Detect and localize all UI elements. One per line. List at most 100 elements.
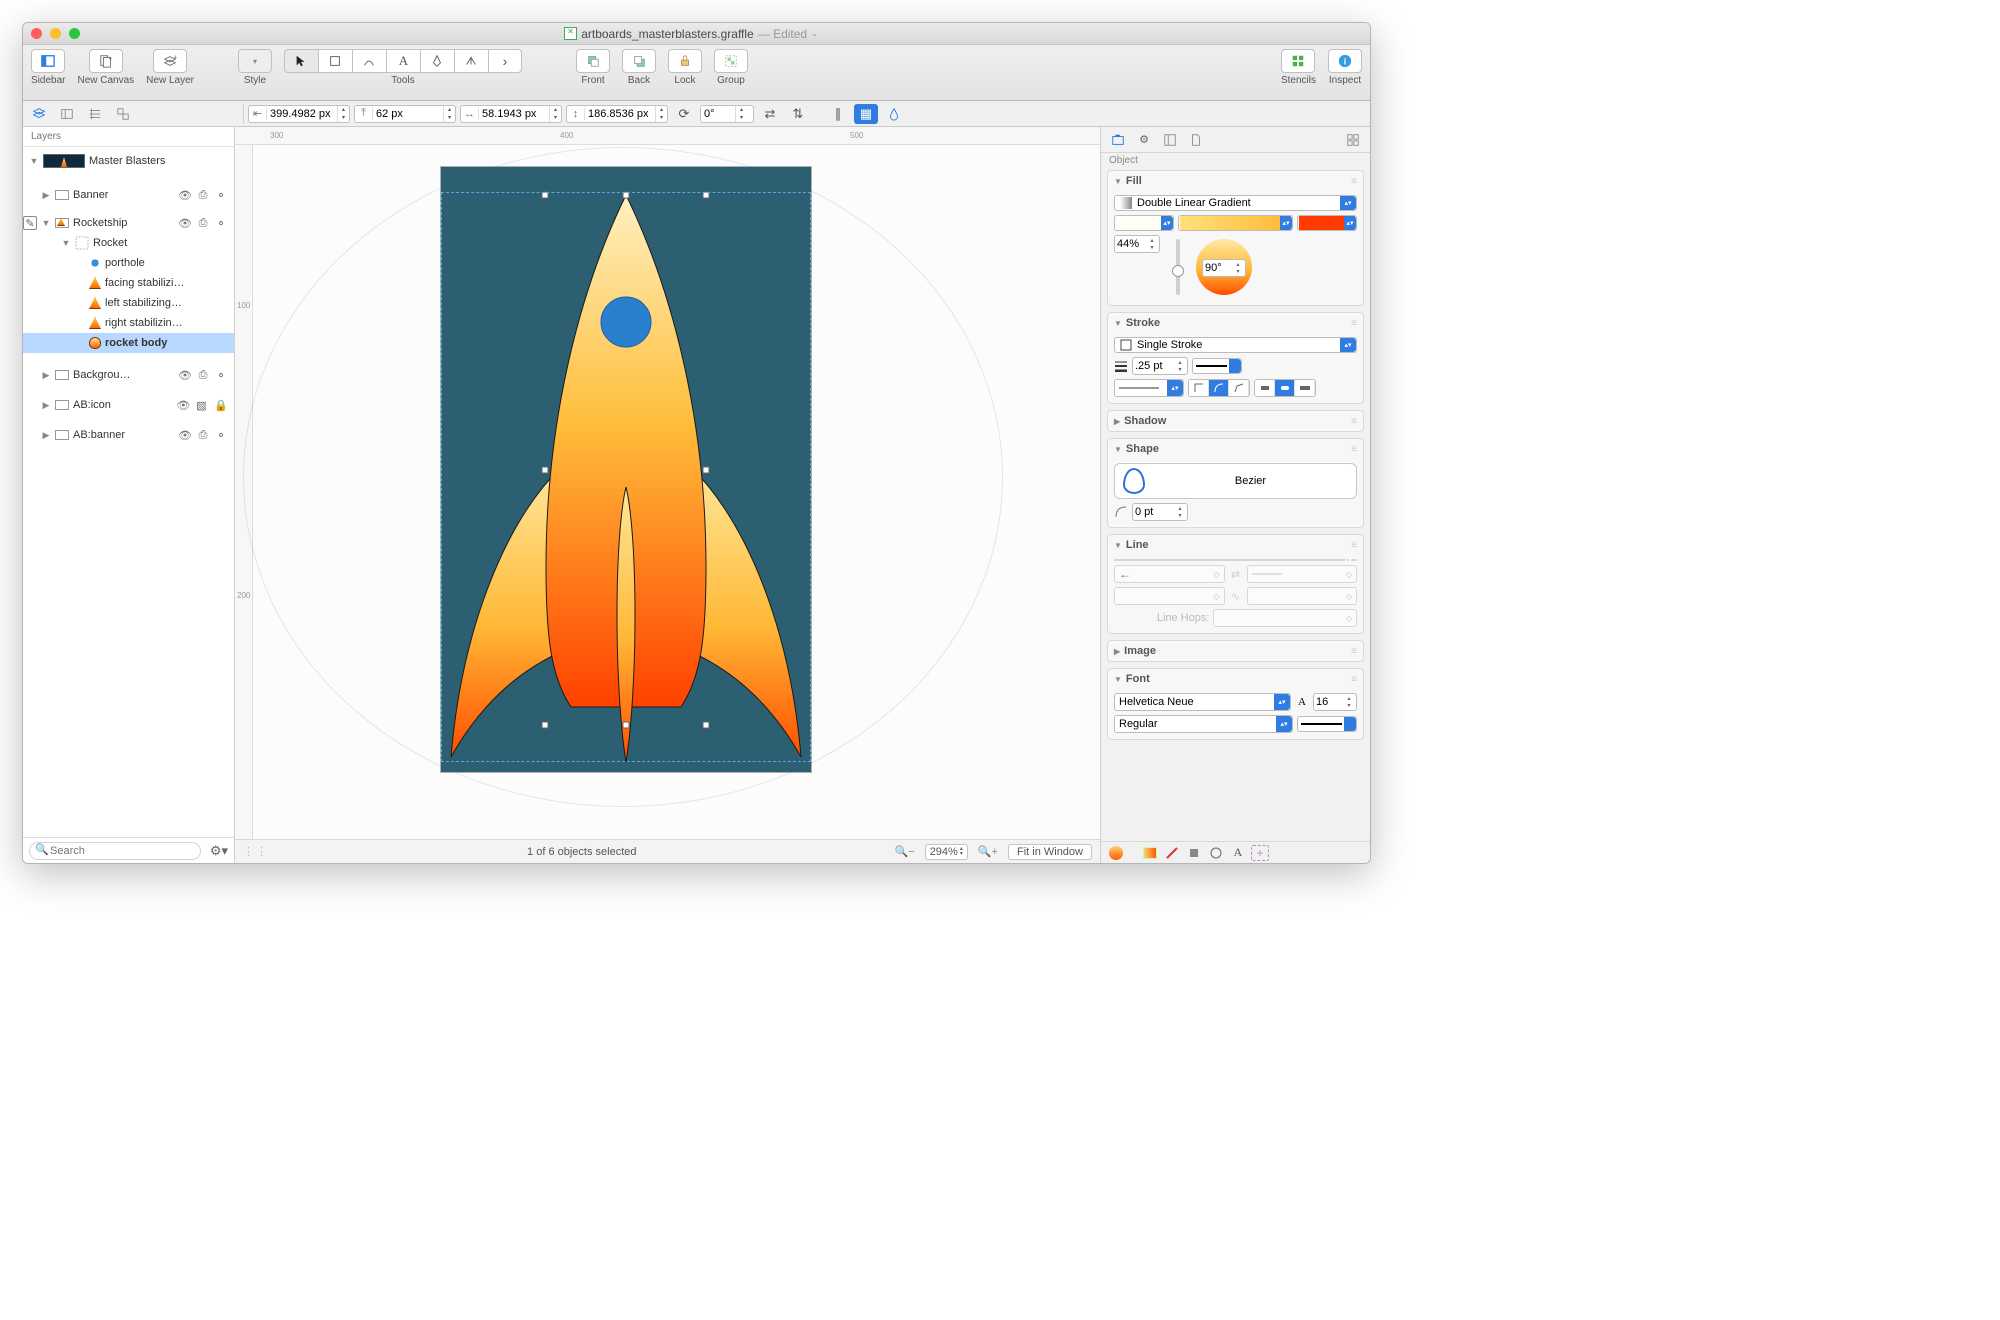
angle-field[interactable]: 90°▴▾ bbox=[1202, 259, 1246, 277]
visibility-icon[interactable]: 👁 bbox=[178, 369, 192, 382]
layer-ab-icon[interactable]: ▶ AB:icon 👁 ▧ 🔒 bbox=[23, 395, 234, 415]
stencils-button[interactable]: Stencils bbox=[1281, 49, 1316, 86]
visibility-icon[interactable]: 👁 bbox=[178, 189, 192, 202]
line-end-select[interactable]: ◇ bbox=[1247, 565, 1358, 583]
canvas-tab-icon[interactable] bbox=[1159, 130, 1181, 150]
grip-icon[interactable]: ≡ bbox=[1351, 176, 1357, 187]
stroke-type-select[interactable]: Single Stroke ▴▾ bbox=[1114, 337, 1357, 353]
disclosure-icon[interactable]: ▶ bbox=[1114, 647, 1120, 656]
line-start-select[interactable]: ←◇ bbox=[1114, 565, 1225, 583]
layer-background[interactable]: ▶ Backgrou… 👁 ⎙ ⚬ bbox=[23, 365, 234, 385]
print-icon[interactable]: ⎙ bbox=[196, 189, 210, 202]
new-canvas-button[interactable]: + New Canvas bbox=[77, 49, 134, 86]
chevron-down-icon[interactable]: ⌄ bbox=[811, 29, 818, 38]
lock-icon[interactable]: ⚬ bbox=[214, 429, 228, 442]
lock-icon[interactable]: ⚬ bbox=[214, 217, 228, 230]
line-cap-b[interactable]: ◇ bbox=[1247, 587, 1358, 605]
disclosure-icon[interactable]: ▼ bbox=[29, 156, 39, 166]
layer-ab-banner[interactable]: ▶ AB:banner 👁 ⎙ ⚬ bbox=[23, 425, 234, 445]
grip-icon[interactable]: ≡ bbox=[1351, 646, 1357, 657]
droplet-icon[interactable] bbox=[882, 104, 906, 124]
font-weight-select[interactable]: Regular▴▾ bbox=[1114, 715, 1293, 733]
line-cap-a[interactable]: ◇ bbox=[1114, 587, 1225, 605]
style-text-tab[interactable]: A bbox=[1229, 845, 1247, 861]
corner-style[interactable] bbox=[1188, 379, 1250, 397]
style-button[interactable]: ▾ Style bbox=[238, 49, 272, 86]
expand-tool[interactable]: › bbox=[488, 49, 522, 73]
guides-tab-icon[interactable] bbox=[83, 104, 107, 124]
swap-icon[interactable]: ⇄ bbox=[1229, 567, 1243, 581]
disclosure-icon[interactable]: ▶ bbox=[41, 370, 51, 381]
obj-facing-fin[interactable]: facing stabilizi… bbox=[23, 273, 234, 293]
group-rocket[interactable]: ▼ Rocket bbox=[23, 233, 234, 253]
gear-icon[interactable]: ⚙︎▾ bbox=[210, 843, 228, 859]
selection-tab-icon[interactable] bbox=[111, 104, 135, 124]
stroke-color[interactable] bbox=[1192, 358, 1242, 374]
obj-right-fin[interactable]: right stabilizin… bbox=[23, 313, 234, 333]
print-icon[interactable]: ⎙ bbox=[196, 217, 210, 230]
canvas-viewport[interactable] bbox=[253, 145, 1100, 839]
style-add-tab[interactable]: + bbox=[1251, 845, 1269, 861]
lock-icon[interactable]: 🔒 bbox=[214, 399, 228, 412]
style-stroke-tab[interactable] bbox=[1163, 845, 1181, 861]
lock-button[interactable]: Lock bbox=[668, 49, 702, 86]
grip-icon[interactable]: ≡ bbox=[1351, 318, 1357, 329]
shape-type-select[interactable]: Bezier bbox=[1114, 463, 1357, 499]
print-icon[interactable]: ⎙ bbox=[196, 429, 210, 442]
disclosure-icon[interactable]: ▼ bbox=[1114, 541, 1122, 550]
disclosure-icon[interactable]: ▼ bbox=[1114, 675, 1122, 684]
grip-icon[interactable]: ≡ bbox=[1351, 444, 1357, 455]
sidebar-toggle[interactable]: Sidebar bbox=[31, 49, 65, 86]
disclosure-icon[interactable]: ▼ bbox=[1114, 177, 1122, 186]
inspect-button[interactable]: i Inspect bbox=[1328, 49, 1362, 86]
rot-field[interactable]: ▴▾ bbox=[700, 105, 754, 123]
fill-type-select[interactable]: Double Linear Gradient ▴▾ bbox=[1114, 195, 1357, 211]
print-icon[interactable]: ⎙ bbox=[196, 369, 210, 382]
fill-color-3[interactable]: ▴▾ bbox=[1297, 215, 1357, 231]
maximize-icon[interactable] bbox=[69, 28, 80, 39]
lock-icon[interactable]: ⚬ bbox=[214, 369, 228, 382]
dash-select[interactable]: ▴▾ bbox=[1114, 379, 1184, 397]
group-button[interactable]: Group bbox=[714, 49, 748, 86]
pen-tool[interactable] bbox=[420, 49, 454, 73]
close-icon[interactable] bbox=[31, 28, 42, 39]
lock-icon[interactable]: ⚬ bbox=[214, 189, 228, 202]
flip-h-icon[interactable]: ⇄ bbox=[758, 104, 782, 124]
x-field[interactable]: ⇤▴▾ bbox=[248, 105, 350, 123]
style-fill-tab[interactable] bbox=[1107, 845, 1125, 861]
grid-view-icon[interactable] bbox=[1342, 130, 1364, 150]
y-field[interactable]: ⤒▴▾ bbox=[354, 105, 456, 123]
layer-banner[interactable]: ▶ Banner 👁 ⎙ ⚬ bbox=[23, 185, 234, 205]
disclosure-icon[interactable]: ▼ bbox=[1114, 445, 1122, 454]
zoom-level[interactable]: 294%▴▾ bbox=[925, 844, 968, 860]
obj-porthole[interactable]: porthole bbox=[23, 253, 234, 273]
fit-window-button[interactable]: Fit in Window bbox=[1008, 844, 1092, 860]
minimize-icon[interactable] bbox=[50, 28, 61, 39]
fill-color-2[interactable]: ▴▾ bbox=[1178, 215, 1293, 231]
disclosure-icon[interactable]: ▼ bbox=[61, 238, 71, 248]
corner-radius-field[interactable]: 0 pt▴▾ bbox=[1132, 503, 1188, 521]
line-type-select[interactable]: ▴▾ bbox=[1114, 559, 1357, 561]
disclosure-icon[interactable]: ▶ bbox=[41, 400, 51, 411]
canvas-row[interactable]: ▼ Master Blasters bbox=[23, 151, 234, 171]
line-tool[interactable] bbox=[352, 49, 386, 73]
line-hops-select[interactable]: ◇ bbox=[1213, 609, 1357, 627]
back-button[interactable]: Back bbox=[622, 49, 656, 86]
outline-tab-icon[interactable] bbox=[55, 104, 79, 124]
style-gradient-tab[interactable] bbox=[1141, 845, 1159, 861]
grip-icon[interactable]: ≡ bbox=[1351, 540, 1357, 551]
style-shape-tab[interactable] bbox=[1207, 845, 1225, 861]
properties-tab-icon[interactable]: ⚙ bbox=[1133, 130, 1155, 150]
disclosure-icon[interactable]: ▶ bbox=[41, 430, 51, 441]
midpoint-slider[interactable] bbox=[1176, 239, 1180, 295]
cap-style[interactable] bbox=[1254, 379, 1316, 397]
align-icon[interactable]: ∥ bbox=[826, 104, 850, 124]
disclosure-icon[interactable]: ▼ bbox=[1114, 319, 1122, 328]
new-layer-button[interactable]: + New Layer bbox=[146, 49, 194, 86]
selection-tool[interactable] bbox=[284, 49, 318, 73]
layer-search[interactable]: 🔍 bbox=[29, 841, 204, 860]
visibility-icon[interactable]: 👁 bbox=[178, 217, 192, 230]
artboard-icon[interactable]: ▧ bbox=[194, 399, 208, 412]
zoom-out-icon[interactable]: 🔍− bbox=[895, 845, 915, 858]
visibility-icon[interactable]: 👁 bbox=[178, 429, 192, 442]
